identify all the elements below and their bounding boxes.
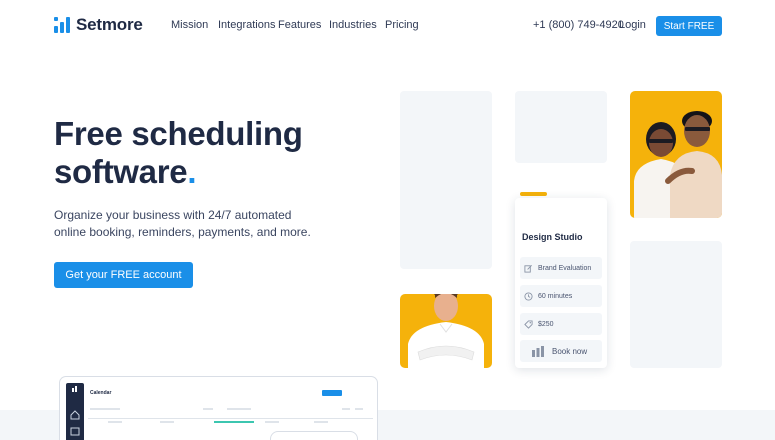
preview-line — [90, 408, 120, 410]
booking-card: Design Studio Brand Evaluation 60 minute… — [515, 198, 607, 368]
preview-highlight — [214, 421, 254, 423]
duration-text: 60 minutes — [538, 292, 573, 300]
preview-line — [314, 421, 328, 423]
nav-link-mission[interactable]: Mission — [171, 19, 208, 31]
service-name: Brand Evaluation — [538, 264, 592, 272]
book-now-button[interactable]: Book now — [520, 340, 602, 362]
preview-divider — [88, 418, 373, 419]
preview-line — [108, 421, 122, 423]
book-now-label: Book now — [552, 346, 588, 356]
photo-smiling-man — [400, 294, 492, 368]
get-free-account-button[interactable]: Get your FREE account — [54, 262, 193, 288]
nav-link-features[interactable]: Features — [278, 19, 321, 31]
placeholder-card — [400, 91, 492, 269]
hero-title: Free scheduling software. — [54, 115, 354, 191]
login-link[interactable]: Login — [619, 19, 646, 31]
brand-name: Setmore — [76, 15, 143, 34]
tag-icon — [524, 319, 533, 329]
top-navbar: Setmore Mission Integrations Features In… — [0, 0, 775, 52]
booking-card-title: Design Studio — [522, 232, 583, 242]
setmore-logo-icon — [532, 345, 544, 357]
preview-line — [342, 408, 350, 410]
phone-number-link[interactable]: +1 (800) 749-4920 — [533, 19, 624, 31]
preview-line — [355, 408, 363, 410]
hero-subtitle: Organize your business with 24/7 automat… — [54, 208, 311, 239]
calendar-app-preview: Calendar — [59, 376, 378, 440]
card-accent-tab — [520, 192, 547, 196]
preview-line — [160, 421, 174, 423]
preview-line — [203, 408, 213, 410]
nav-link-integrations[interactable]: Integrations — [218, 19, 275, 31]
photo-two-men — [630, 91, 722, 218]
service-row[interactable]: Brand Evaluation — [520, 257, 602, 279]
nav-link-industries[interactable]: Industries — [329, 19, 377, 31]
price-text: $250 — [538, 320, 554, 328]
hero-title-line1: Free scheduling — [54, 115, 303, 152]
setmore-logo[interactable]: Setmore — [54, 15, 143, 35]
hero-title-dot: . — [187, 153, 197, 190]
placeholder-card — [515, 91, 607, 163]
hero-title-line2: software — [54, 153, 188, 190]
price-row[interactable]: $250 — [520, 313, 602, 335]
placeholder-card — [630, 241, 722, 368]
preview-action-button — [322, 390, 342, 396]
nav-link-pricing[interactable]: Pricing — [385, 19, 419, 31]
preview-line — [265, 421, 279, 423]
edit-icon — [524, 264, 532, 273]
duration-row[interactable]: 60 minutes — [520, 285, 602, 307]
preview-line — [227, 408, 251, 410]
preview-sidebar — [66, 383, 84, 440]
preview-title: Calendar — [90, 390, 112, 396]
start-free-button[interactable]: Start FREE — [656, 16, 722, 36]
preview-device-outline — [270, 431, 358, 440]
setmore-logo-icon — [54, 17, 70, 33]
clock-icon — [524, 291, 533, 301]
